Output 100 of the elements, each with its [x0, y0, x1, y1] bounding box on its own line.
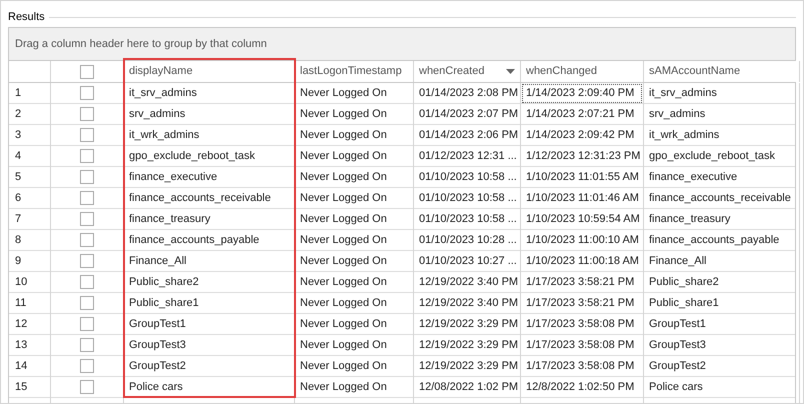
checkbox[interactable] — [80, 380, 94, 394]
table-cell-text: Never Logged On — [299, 317, 388, 332]
table-cell-text: Never Logged On — [299, 86, 388, 101]
table-cell-text: finance_executive — [648, 170, 738, 185]
checkbox[interactable] — [80, 64, 94, 78]
table-cell-text: srv_admins — [648, 107, 706, 122]
table-cell-text: finance_accounts_receivable — [128, 191, 272, 206]
row-number: 6 — [9, 188, 51, 208]
table-cell-text: finance_accounts_payable — [648, 233, 780, 248]
row-number: 15 — [9, 377, 51, 398]
table-cell-text: Public_share1 — [128, 296, 200, 311]
table-cell-text: srv_admins — [128, 107, 186, 122]
table-cell-text: it_srv_admins — [648, 86, 718, 101]
row-number: 7 — [9, 209, 51, 230]
table-cell-text: 12/8/2022 1:02:50 PM — [525, 380, 636, 395]
checkbox[interactable] — [80, 107, 94, 122]
row-number: 1 — [9, 83, 51, 104]
table-cell-text: 01/12/2023 12:31 ... — [418, 149, 518, 164]
table-cell-text: 1/10/2023 10:59:54 AM — [525, 212, 641, 227]
table-cell-text: 1/14/2023 2:07:21 PM — [525, 107, 636, 122]
table-cell-text: finance_executive — [128, 170, 218, 185]
table-cell-text: finance_accounts_payable — [128, 233, 260, 248]
table-cell-text: Never Logged On — [299, 296, 388, 311]
table-cell-text: Never Logged On — [299, 191, 388, 206]
table-cell-text: GroupTest2 — [128, 359, 187, 374]
row-number: 13 — [9, 335, 51, 356]
table-cell-text: Never Logged On — [299, 359, 388, 374]
table-cell-text: 01/14/2023 2:08 PM — [418, 86, 519, 101]
table-cell-text: Never Logged On — [299, 275, 388, 290]
table-cell-text: 1/17/2023 3:58:08 PM — [525, 317, 636, 332]
table-cell-text: it_wrk_admins — [648, 128, 720, 143]
row-number: 10 — [9, 272, 51, 292]
row-number: 14 — [9, 356, 51, 376]
table-cell-text: 01/10/2023 10:28 ... — [418, 233, 518, 248]
table-cell-text: 01/10/2023 10:58 ... — [418, 191, 518, 206]
table-cell-text: GroupTest3 — [128, 338, 187, 353]
table-cell-text: 01/10/2023 10:58 ... — [418, 212, 518, 227]
table-cell-text: 1/10/2023 11:00:10 AM — [525, 233, 640, 248]
table-cell-text: 1/17/2023 3:58:08 PM — [525, 338, 636, 353]
group-panel: Drag a column header here to group by that column — [9, 28, 795, 61]
checkbox[interactable] — [80, 86, 94, 100]
table-cell-text: 1/17/2023 3:58:21 PM — [525, 296, 636, 311]
table-cell-text: 12/19/2022 3:40 PM — [418, 296, 519, 311]
table-cell-text: gpo_exclude_reboot_task — [648, 149, 776, 164]
row-number: 9 — [9, 251, 51, 272]
table-cell-text: it_srv_admins — [128, 86, 198, 101]
checkbox[interactable] — [80, 317, 94, 332]
checkbox[interactable] — [80, 128, 94, 142]
table-cell-text: Never Logged On — [299, 233, 388, 248]
table-cell-text: Never Logged On — [299, 380, 388, 395]
row-number: 11 — [9, 293, 51, 314]
table-cell-text: Finance_All — [128, 254, 188, 269]
table-cell-text: Never Logged On — [299, 212, 388, 227]
table-cell-text: GroupTest2 — [648, 359, 707, 374]
table-cell-text: finance_accounts_receivable — [648, 191, 792, 206]
table-cell-text: Never Logged On — [299, 254, 388, 269]
table-cell-text: Never Logged On — [299, 149, 388, 164]
table-cell-text: 1/14/2023 2:09:42 PM — [525, 128, 636, 143]
table-cell-text: 01/14/2023 2:07 PM — [418, 107, 519, 122]
table-cell-text: Never Logged On — [299, 107, 388, 122]
row-number: 8 — [9, 230, 51, 250]
checkbox[interactable] — [80, 149, 94, 164]
table-cell-text: 01/10/2023 10:58 ... — [418, 170, 518, 185]
table-cell-text: GroupTest1 — [648, 317, 707, 332]
checkbox[interactable] — [80, 338, 94, 352]
checkbox[interactable] — [80, 254, 94, 268]
checkbox[interactable] — [80, 275, 94, 290]
row-number: 4 — [9, 146, 51, 166]
table-cell-text: 12/19/2022 3:29 PM — [418, 317, 519, 332]
table-cell-text: Never Logged On — [299, 338, 388, 353]
table-cell-text: gpo_exclude_reboot_task — [128, 149, 256, 164]
table-cell-text: Public_share1 — [648, 296, 720, 311]
row-number: 3 — [9, 125, 51, 146]
table-cell-text: Public_share2 — [648, 275, 720, 290]
checkbox[interactable] — [80, 212, 94, 226]
table-cell-text: Public_share2 — [128, 275, 200, 290]
table-cell-text: 12/19/2022 3:29 PM — [418, 359, 519, 374]
checkbox[interactable] — [80, 191, 94, 206]
table-cell-text: 01/14/2023 2:06 PM — [418, 128, 519, 143]
table-cell-text: 01/10/2023 10:27 ... — [418, 254, 518, 269]
table-cell-text: 1/12/2023 12:31:23 PM — [525, 149, 642, 164]
checkbox[interactable] — [80, 170, 94, 184]
panel-title: Results — [8, 10, 45, 25]
table-cell-text: Never Logged On — [299, 170, 388, 185]
table-cell: 1/14/2023 2:09:40 PM — [522, 84, 642, 102]
row-number: 5 — [9, 167, 51, 188]
row-number: 12 — [9, 314, 51, 334]
table-cell-text: finance_treasury — [648, 212, 732, 227]
checkbox[interactable] — [80, 296, 94, 310]
table-cell-text: 1/10/2023 11:01:55 AM — [525, 170, 640, 185]
table-cell-text: 12/08/2022 1:02 PM — [418, 380, 519, 395]
table-cell-text: Police cars — [128, 380, 184, 395]
checkbox[interactable] — [80, 359, 94, 374]
table-cell-text: 12/19/2022 3:40 PM — [418, 275, 519, 290]
table-cell-text: 1/17/2023 3:58:08 PM — [525, 359, 636, 374]
table-cell-text: 12/19/2022 3:29 PM — [418, 338, 519, 353]
checkbox[interactable] — [80, 233, 94, 248]
table-cell-text: it_wrk_admins — [128, 128, 200, 143]
table-cell-text: GroupTest3 — [648, 338, 707, 353]
table-cell-text: Police cars — [648, 380, 704, 395]
